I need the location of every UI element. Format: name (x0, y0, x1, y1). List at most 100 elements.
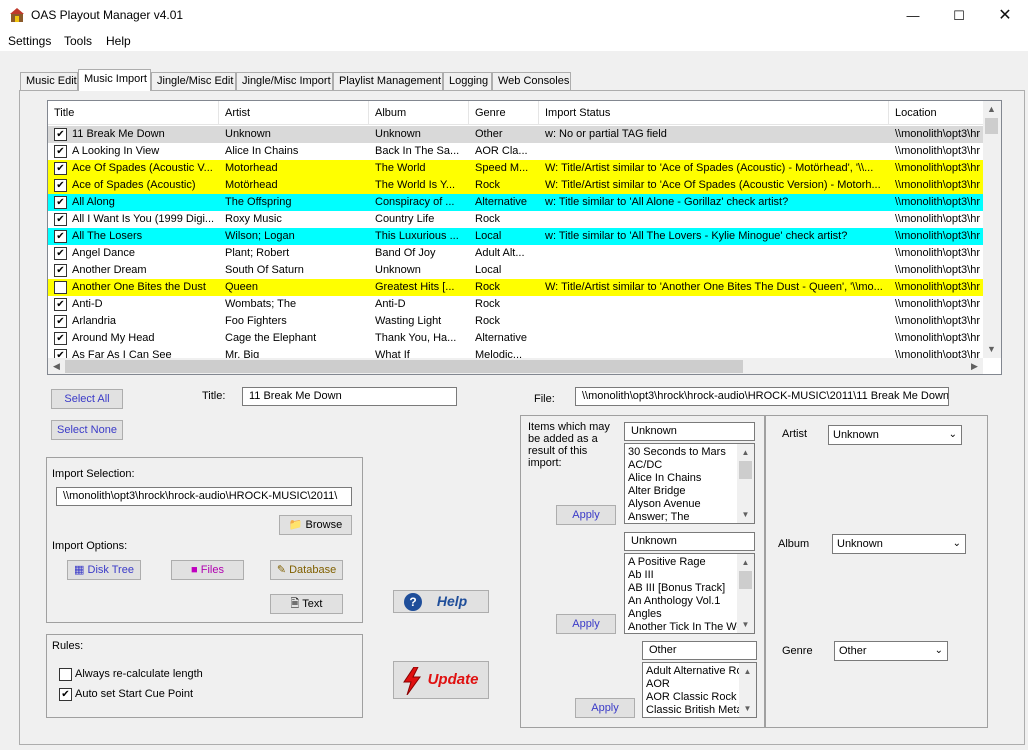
album-list-item[interactable]: Angles (625, 608, 737, 621)
tab-jingle-misc-import[interactable]: Jingle/Misc Import (236, 72, 333, 90)
row-checkbox[interactable] (54, 196, 67, 209)
table-row[interactable]: All Along The Offspring Conspiracy of ... A… (48, 194, 986, 211)
table-row[interactable]: Another Dream South Of Saturn Unknown Local… (48, 262, 986, 279)
table-row[interactable]: Another One Bites the Dust Queen Greatest … (48, 279, 986, 296)
vertical-scroll-thumb[interactable] (985, 118, 998, 134)
album-combo[interactable]: Unknown ⌄ (832, 534, 966, 554)
table-row[interactable]: 11 Break Me Down Unknown Unknown Other w: No… (48, 126, 986, 143)
always-recalculate-checkbox[interactable] (59, 668, 72, 681)
table-row[interactable]: A Looking In View Alice In Chains Back In … (48, 143, 986, 160)
genre-list-item[interactable]: AOR (643, 678, 739, 691)
artist-list-thumb[interactable] (739, 461, 752, 479)
new-genre-field[interactable]: Other (642, 641, 757, 660)
minimize-icon[interactable]: — (890, 0, 936, 31)
database-button[interactable]: ✎ Database (270, 560, 343, 580)
genre-combo[interactable]: Other ⌄ (834, 641, 948, 661)
browse-button[interactable]: 📁 Browse (279, 515, 352, 535)
menu-settings[interactable]: Settings (8, 34, 51, 48)
row-checkbox[interactable] (54, 230, 67, 243)
album-list-down-icon[interactable]: ▼ (737, 616, 754, 633)
apply-genre-button[interactable]: Apply (575, 698, 635, 718)
tab-logging[interactable]: Logging (443, 72, 492, 90)
scroll-down-icon[interactable]: ▼ (983, 341, 1000, 358)
tab-playlist-management[interactable]: Playlist Management (333, 72, 443, 90)
horizontal-scroll-thumb[interactable] (65, 360, 743, 373)
table-row[interactable]: All I Want Is You (1999 Digi... Roxy Musi… (48, 211, 986, 228)
text-button[interactable]: 🗎 Text (270, 594, 343, 614)
apply-album-button[interactable]: Apply (556, 614, 616, 634)
row-checkbox[interactable] (54, 145, 67, 158)
row-checkbox[interactable] (54, 281, 67, 294)
column-header-genre[interactable]: Genre (469, 101, 539, 125)
row-checkbox[interactable] (54, 315, 67, 328)
row-checkbox[interactable] (54, 264, 67, 277)
album-list-thumb[interactable] (739, 571, 752, 589)
genre-list-item[interactable]: Classic British Metal (643, 704, 739, 717)
album-list-item[interactable]: Another Tick In The Wo (625, 621, 737, 633)
album-list-item[interactable]: AB III [Bonus Track] (625, 582, 737, 595)
column-header-import-status[interactable]: Import Status (539, 101, 889, 125)
scroll-right-icon[interactable]: ▶ (966, 358, 983, 374)
column-header-album[interactable]: Album (369, 101, 469, 125)
row-checkbox[interactable] (54, 247, 67, 260)
artist-list-scrollbar[interactable]: ▲ ▼ (737, 444, 754, 523)
table-row[interactable]: Angel Dance Plant; Robert Band Of Joy Adult… (48, 245, 986, 262)
disk-tree-button[interactable]: ▦ Disk Tree (67, 560, 141, 580)
select-none-button[interactable]: Select None (51, 420, 123, 440)
new-album-field[interactable]: Unknown (624, 532, 755, 551)
row-checkbox[interactable] (54, 213, 67, 226)
artist-list-item[interactable]: Alice In Chains (625, 472, 737, 485)
import-path-field[interactable]: \\monolith\opt3\hrock\hrock-audio\HROCK-… (56, 487, 352, 506)
row-checkbox[interactable] (54, 298, 67, 311)
import-grid[interactable]: Title Artist Album Genre Import Status L… (47, 100, 1002, 375)
artist-list-up-icon[interactable]: ▲ (737, 444, 754, 461)
scroll-up-icon[interactable]: ▲ (983, 101, 1000, 118)
album-listbox[interactable]: A Positive Rage Ab III AB III [Bonus Track… (624, 553, 755, 634)
album-list-item[interactable]: An Anthology Vol.1 (625, 595, 737, 608)
table-row[interactable]: Ace Of Spades (Acoustic V... Motorhead The… (48, 160, 986, 177)
artist-list-item[interactable]: AC/DC (625, 459, 737, 472)
artist-list-item[interactable]: Alter Bridge (625, 485, 737, 498)
title-field[interactable]: 11 Break Me Down (242, 387, 457, 406)
album-list-item[interactable]: A Positive Rage (625, 556, 737, 569)
row-checkbox[interactable] (54, 162, 67, 175)
album-list-up-icon[interactable]: ▲ (737, 554, 754, 571)
artist-list-item[interactable]: Answer; The (625, 511, 737, 523)
column-header-title[interactable]: Title (48, 101, 219, 125)
select-all-button[interactable]: Select All (51, 389, 123, 409)
update-button[interactable]: Update (393, 661, 489, 699)
auto-cue-checkbox[interactable]: ✔ (59, 688, 72, 701)
file-path-field[interactable]: \\monolith\opt3\hrock\hrock-audio\HROCK-… (575, 387, 949, 406)
genre-listbox[interactable]: Adult Alternative Ro AOR AOR Classic Rock C… (642, 662, 757, 718)
table-row[interactable]: Arlandria Foo Fighters Wasting Light Rock \\… (48, 313, 986, 330)
artist-list-item[interactable]: Alyson Avenue (625, 498, 737, 511)
artist-list-item[interactable]: 30 Seconds to Mars (625, 446, 737, 459)
artist-list-down-icon[interactable]: ▼ (737, 506, 754, 523)
tab-web-consoles[interactable]: Web Consoles (492, 72, 571, 90)
row-checkbox[interactable] (54, 332, 67, 345)
apply-artist-button[interactable]: Apply (556, 505, 616, 525)
artist-combo[interactable]: Unknown ⌄ (828, 425, 962, 445)
album-list-item[interactable]: Ab III (625, 569, 737, 582)
table-row[interactable]: All The Losers Wilson; Logan This Luxuriou… (48, 228, 986, 245)
genre-list-scrollbar[interactable]: ▲ ▼ (739, 663, 756, 717)
menu-tools[interactable]: Tools (64, 34, 92, 48)
table-row[interactable]: Anti-D Wombats; The Anti-D Rock \\monolith\o… (48, 296, 986, 313)
genre-list-item[interactable]: Adult Alternative Ro (643, 665, 739, 678)
album-list-scrollbar[interactable]: ▲ ▼ (737, 554, 754, 633)
genre-list-up-icon[interactable]: ▲ (739, 663, 756, 680)
scroll-left-icon[interactable]: ◀ (48, 358, 65, 374)
tab-music-import[interactable]: Music Import (78, 69, 151, 91)
table-row[interactable]: Around My Head Cage the Elephant Thank You… (48, 330, 986, 347)
close-icon[interactable]: ✕ (982, 0, 1028, 31)
artist-listbox[interactable]: 30 Seconds to Mars AC/DC Alice In Chains Al… (624, 443, 755, 524)
row-checkbox[interactable] (54, 128, 67, 141)
row-checkbox[interactable] (54, 179, 67, 192)
help-button[interactable]: ? Help (393, 590, 489, 613)
menu-help[interactable]: Help (106, 34, 131, 48)
tab-jingle-misc-edit[interactable]: Jingle/Misc Edit (151, 72, 236, 90)
grid-vertical-scrollbar[interactable]: ▲ ▼ (983, 101, 1001, 358)
maximize-icon[interactable]: ☐ (936, 0, 982, 31)
grid-horizontal-scrollbar[interactable]: ◀ ▶ (48, 358, 983, 374)
new-artist-field[interactable]: Unknown (624, 422, 755, 441)
